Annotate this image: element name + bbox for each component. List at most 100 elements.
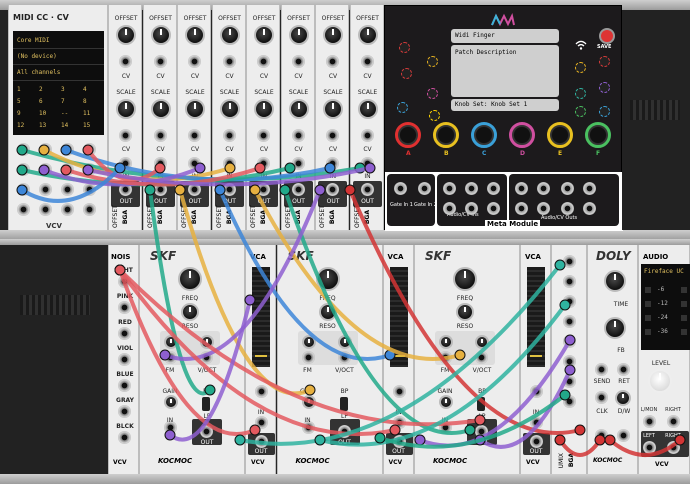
voct-attenuator-knob[interactable]	[475, 335, 489, 349]
scale-knob[interactable]	[219, 99, 240, 119]
offset-knob[interactable]	[219, 25, 240, 45]
save-button[interactable]	[599, 28, 615, 44]
offset-cv-jack[interactable]	[360, 55, 374, 68]
scale-cv-jack[interactable]	[326, 129, 339, 142]
umix-jack[interactable]	[563, 375, 576, 388]
fm-jack[interactable]	[439, 351, 452, 364]
voct-jack[interactable]	[337, 351, 351, 364]
offset-knob[interactable]	[357, 25, 378, 45]
meta-knob-f[interactable]	[585, 122, 611, 148]
meta-small-knob[interactable]	[599, 56, 610, 67]
scale-cv-jack[interactable]	[360, 129, 374, 142]
mode-switch[interactable]	[339, 397, 348, 411]
meta-small-knob[interactable]	[397, 102, 408, 113]
filter-out-jack[interactable]	[475, 425, 488, 438]
meta-io-jack[interactable]	[583, 202, 596, 215]
noise-blue-jack[interactable]	[118, 379, 131, 392]
meta-io-jack[interactable]	[537, 182, 550, 195]
meta-small-knob[interactable]	[575, 62, 586, 73]
scale-cv-jack[interactable]	[119, 129, 132, 142]
scale-cv-jack[interactable]	[257, 129, 270, 142]
cc-number-cell[interactable]: 15	[83, 122, 105, 129]
cc-output-jack[interactable]	[17, 163, 30, 176]
doly-out-jack[interactable]	[617, 429, 630, 442]
umix-jack[interactable]	[563, 335, 576, 348]
mode-switch[interactable]	[477, 397, 485, 411]
freq-knob[interactable]	[315, 267, 340, 291]
offset-knob[interactable]	[323, 25, 343, 45]
meta-io-jack[interactable]	[561, 202, 574, 215]
level-knob[interactable]	[648, 369, 672, 393]
clock-jack[interactable]	[595, 391, 608, 404]
right-output-jack[interactable]	[667, 441, 680, 454]
voct-attenuator-knob[interactable]	[200, 335, 214, 349]
scale-knob[interactable]	[254, 99, 274, 119]
cc-number-cell[interactable]: 3	[61, 86, 83, 93]
vca-out-jack[interactable]	[392, 435, 406, 448]
cc-output-jack[interactable]	[61, 143, 74, 156]
meta-io-jack[interactable]	[583, 182, 596, 195]
meta-io-jack[interactable]	[515, 182, 528, 195]
offset-out-jack[interactable]	[326, 183, 339, 196]
lmon-jack[interactable]	[643, 415, 656, 428]
offset-out-jack[interactable]	[257, 183, 270, 196]
vca-level-slider[interactable]	[527, 267, 545, 367]
return-jack[interactable]	[617, 363, 630, 376]
cc-output-jack[interactable]	[61, 203, 74, 216]
fm-attenuator-knob[interactable]	[439, 335, 453, 349]
offset-out-jack[interactable]	[291, 183, 305, 196]
offset-out-jack[interactable]	[188, 183, 201, 196]
midi-channel[interactable]: All channels	[17, 69, 60, 76]
cc-number-cell[interactable]: 13	[39, 122, 61, 129]
cc-number-cell[interactable]: 9	[17, 110, 39, 117]
cc-number-cell[interactable]: 2	[39, 86, 61, 93]
vca-level-slider[interactable]	[252, 267, 270, 367]
offset-cv-jack[interactable]	[291, 55, 305, 68]
meta-io-jack[interactable]	[394, 182, 407, 195]
vca-in-jack[interactable]	[392, 416, 406, 429]
mode-switch[interactable]	[202, 397, 210, 411]
cc-output-jack[interactable]	[39, 163, 52, 176]
offset-in-jack[interactable]	[326, 157, 339, 170]
meta-knob-b[interactable]	[433, 122, 459, 148]
meta-io-jack[interactable]	[487, 202, 500, 215]
noise-gray-jack[interactable]	[118, 405, 131, 418]
noise-viol-jack[interactable]	[118, 353, 131, 366]
cc-number-cell[interactable]: 6	[39, 98, 61, 105]
meta-knob-c[interactable]	[471, 122, 497, 148]
cc-output-jack[interactable]	[39, 183, 52, 196]
cc-output-jack[interactable]	[17, 203, 30, 216]
meta-small-knob[interactable]	[575, 88, 586, 99]
offset-knob[interactable]	[254, 25, 274, 45]
fm-jack[interactable]	[301, 351, 315, 364]
meta-io-jack[interactable]	[561, 182, 574, 195]
fm-jack[interactable]	[164, 351, 177, 364]
patch-description-field[interactable]: Patch Description	[451, 45, 559, 97]
meta-io-jack[interactable]	[443, 182, 456, 195]
cc-output-jack[interactable]	[17, 183, 30, 196]
meta-small-knob[interactable]	[429, 110, 440, 121]
vca-cv-jack[interactable]	[530, 385, 543, 398]
left-output-jack[interactable]	[643, 441, 656, 454]
offset-out-jack[interactable]	[119, 183, 132, 196]
offset-cv-jack[interactable]	[222, 55, 236, 68]
cc-output-jack[interactable]	[61, 163, 74, 176]
meta-io-jack[interactable]	[443, 202, 456, 215]
gain-knob[interactable]	[439, 395, 453, 409]
scale-cv-jack[interactable]	[188, 129, 201, 142]
voct-jack[interactable]	[200, 351, 213, 364]
reso-knob[interactable]	[456, 303, 474, 321]
filter-out-jack[interactable]	[200, 425, 213, 438]
voct-attenuator-knob[interactable]	[337, 335, 352, 349]
offset-knob[interactable]	[150, 25, 171, 45]
send-jack[interactable]	[595, 363, 608, 376]
freq-knob[interactable]	[453, 267, 477, 291]
umix-jack[interactable]	[563, 275, 576, 288]
cc-output-jack[interactable]	[83, 163, 96, 176]
offset-in-jack[interactable]	[188, 157, 201, 170]
vca-in-jack[interactable]	[255, 416, 268, 429]
offset-in-jack[interactable]	[222, 157, 236, 170]
gain-knob[interactable]	[301, 395, 316, 409]
meta-small-knob[interactable]	[401, 68, 412, 79]
noise-wht-jack[interactable]	[118, 275, 131, 288]
